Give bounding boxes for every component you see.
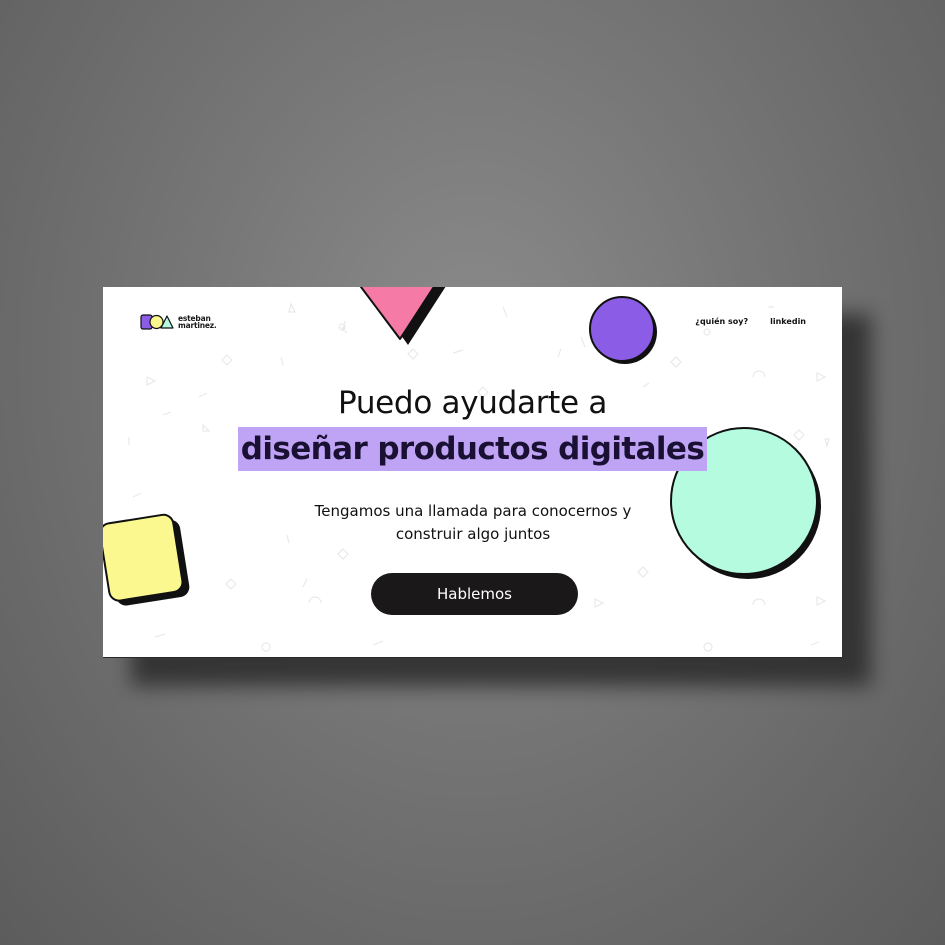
- hero-subtitle-line-1: Tengamos una llamada para conocernos y: [314, 502, 632, 520]
- pink-triangle-shape: [359, 287, 446, 345]
- cta-button[interactable]: Hablemos: [371, 573, 578, 615]
- hero-heading-line-1: Puedo ayudarte a: [337, 385, 608, 421]
- hero-subtitle-line-2: construir algo juntos: [395, 525, 551, 543]
- purple-circle-shape: [589, 296, 657, 364]
- hero-highlight-text: diseñar productos digitales: [237, 427, 708, 471]
- nav-link-linkedin[interactable]: linkedin: [770, 317, 806, 326]
- yellow-square-shape: [103, 513, 190, 606]
- hero-heading-line-2: diseñar productos digitales: [103, 427, 842, 471]
- nav-link-about[interactable]: ¿quién soy?: [695, 317, 748, 326]
- site-logo[interactable]: esteban martinez.: [140, 314, 217, 330]
- landing-page: esteban martinez. ¿quién soy? linkedin P…: [103, 287, 842, 658]
- logo-wordmark: esteban martinez.: [178, 315, 217, 330]
- presentation-stage: esteban martinez. ¿quién soy? linkedin P…: [0, 0, 945, 945]
- top-nav: ¿quién soy? linkedin: [695, 317, 806, 326]
- hero-subtitle: Tengamos una llamada para conocernos y c…: [298, 500, 648, 546]
- logo-line-2: martinez.: [178, 321, 217, 330]
- logo-mark-icon: [140, 314, 174, 330]
